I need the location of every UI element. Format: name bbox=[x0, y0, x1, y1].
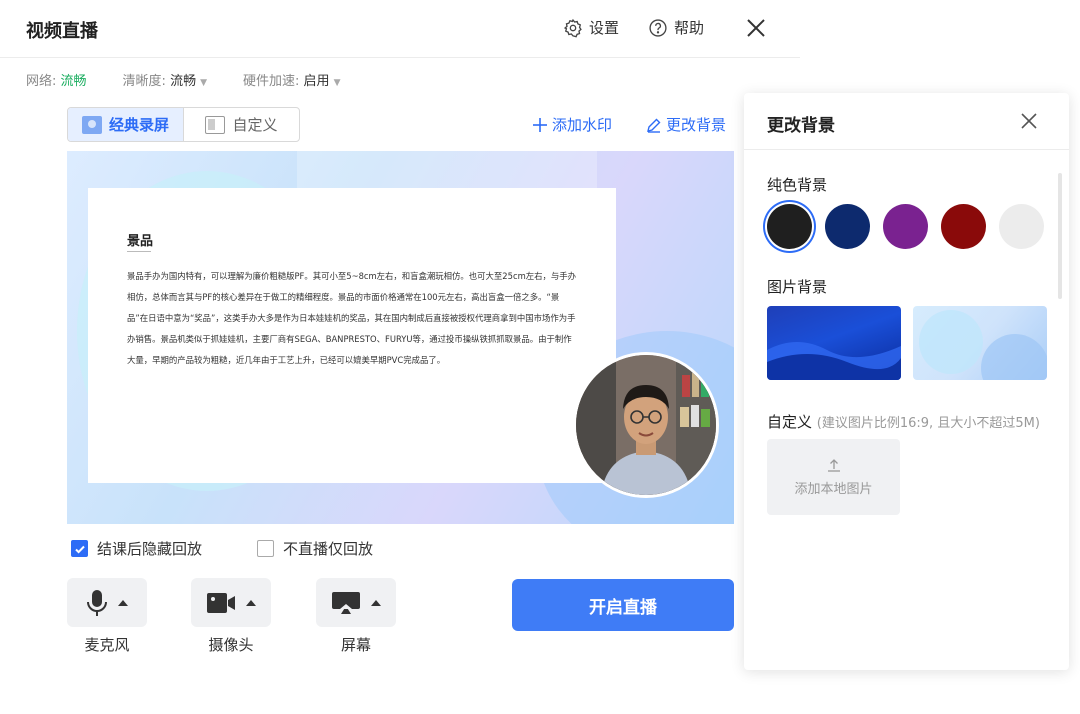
color-swatch-navy[interactable] bbox=[825, 204, 870, 249]
screen-icon bbox=[332, 591, 360, 614]
caret-up-icon[interactable] bbox=[246, 599, 256, 606]
help-label: 帮助 bbox=[674, 19, 705, 37]
custom-label: 自定义 bbox=[767, 413, 813, 431]
close-icon[interactable] bbox=[745, 17, 767, 39]
tab-custom[interactable]: 自定义 bbox=[184, 108, 299, 141]
no-live-replay-checkbox[interactable]: 不直播仅回放 bbox=[257, 538, 373, 559]
edit-icon bbox=[647, 118, 661, 133]
microphone-button[interactable] bbox=[67, 578, 147, 627]
person-screen-icon bbox=[81, 115, 102, 134]
hw-accel-label: 硬件加速: bbox=[243, 74, 300, 89]
color-swatch-purple[interactable] bbox=[883, 204, 928, 249]
camera-icon bbox=[207, 592, 235, 613]
custom-hint: (建议图片比例16:9, 且大小不超过5M) bbox=[816, 416, 1040, 431]
no-live-replay-label: 不直播仅回放 bbox=[283, 540, 374, 558]
clarity-value: 流畅 bbox=[170, 74, 197, 89]
plus-icon bbox=[533, 117, 547, 132]
add-watermark-button[interactable]: 添加水印 bbox=[532, 114, 612, 135]
camera-label: 摄像头 bbox=[208, 636, 254, 654]
presenter-avatar bbox=[576, 355, 716, 495]
wave-thumbnail bbox=[767, 342, 901, 380]
screen-share-button[interactable] bbox=[316, 578, 396, 627]
checkbox-unchecked bbox=[257, 540, 274, 557]
hw-accel-select[interactable]: 硬件加速: 启用 ▼ bbox=[243, 70, 340, 89]
webcam-overlay[interactable] bbox=[573, 352, 719, 498]
color-swatch-black[interactable] bbox=[767, 204, 812, 249]
tab-label: 自定义 bbox=[232, 116, 278, 134]
page-title: 视频直播 bbox=[26, 21, 98, 42]
document-body: 景品手办为国内特有，可以理解为廉价粗糙版PF。其可小至5~8cm左右，和盲盒潮玩… bbox=[127, 271, 576, 365]
bubble-thumbnail bbox=[919, 310, 1047, 380]
microphone-label: 麦克风 bbox=[84, 636, 130, 654]
scrollbar[interactable] bbox=[1058, 173, 1062, 299]
settings-label: 设置 bbox=[589, 19, 620, 37]
color-swatch-red[interactable] bbox=[941, 204, 986, 249]
title-underline bbox=[127, 251, 151, 252]
custom-bg-label: 自定义 (建议图片比例16:9, 且大小不超过5M) bbox=[767, 411, 1040, 432]
caret-up-icon[interactable] bbox=[118, 599, 128, 606]
document-title: 景品 bbox=[127, 234, 154, 249]
screen-label: 屏幕 bbox=[340, 636, 371, 654]
tab-classic-record[interactable]: 经典录屏 bbox=[68, 108, 184, 141]
image-bg-option-light-blue[interactable] bbox=[913, 306, 1047, 380]
network-status: 网络: 流畅 bbox=[26, 70, 87, 89]
clarity-label: 清晰度: bbox=[122, 74, 166, 89]
settings-button[interactable]: 设置 bbox=[563, 17, 619, 38]
check-icon bbox=[74, 545, 85, 554]
hide-replay-label: 结课后隐藏回放 bbox=[97, 540, 203, 558]
add-watermark-label: 添加水印 bbox=[552, 116, 613, 134]
checkbox-checked bbox=[71, 540, 88, 557]
network-value: 流畅 bbox=[60, 74, 87, 89]
camera-button[interactable] bbox=[191, 578, 271, 627]
start-live-button[interactable]: 开启直播 bbox=[512, 579, 734, 631]
upload-icon bbox=[827, 458, 840, 472]
network-label: 网络: bbox=[26, 74, 57, 89]
help-icon bbox=[649, 18, 667, 37]
panel-header: 更改背景 bbox=[744, 93, 1069, 150]
microphone-icon bbox=[87, 589, 107, 616]
live-preview: 景品 景品手办为国内特有，可以理解为廉价粗糙版PF。其可小至5~8cm左右，和盲… bbox=[67, 151, 734, 524]
solid-bg-label: 纯色背景 bbox=[767, 176, 828, 194]
caret-down-icon: ▼ bbox=[200, 78, 208, 88]
mode-tabs: 经典录屏 自定义 bbox=[67, 107, 300, 142]
caret-down-icon: ▼ bbox=[333, 78, 341, 88]
upload-local-image-button[interactable]: 添加本地图片 bbox=[767, 439, 900, 515]
change-background-button[interactable]: 更改背景 bbox=[646, 114, 726, 135]
layout-icon bbox=[205, 115, 226, 134]
status-row: 网络: 流畅 清晰度: 流畅 ▼ 硬件加速: 启用 ▼ bbox=[26, 70, 340, 89]
tab-label: 经典录屏 bbox=[108, 116, 169, 134]
shared-document: 景品 景品手办为国内特有，可以理解为廉价粗糙版PF。其可小至5~8cm左右，和盲… bbox=[88, 188, 616, 483]
change-background-panel: 更改背景 纯色背景 图片背景 自定义 (建议图片比例16:9, 且大小不超过5M… bbox=[744, 93, 1069, 670]
hide-replay-checkbox[interactable]: 结课后隐藏回放 bbox=[71, 538, 202, 559]
panel-title: 更改背景 bbox=[767, 116, 835, 136]
change-background-label: 更改背景 bbox=[666, 116, 727, 134]
header: 视频直播 设置 帮助 bbox=[0, 0, 800, 58]
help-button[interactable]: 帮助 bbox=[648, 17, 704, 38]
upload-label: 添加本地图片 bbox=[794, 481, 873, 497]
color-swatch-light-gray[interactable] bbox=[999, 204, 1044, 249]
close-icon[interactable] bbox=[1020, 112, 1038, 130]
image-bg-label: 图片背景 bbox=[767, 278, 828, 296]
image-bg-option-blue-wave[interactable] bbox=[767, 306, 901, 380]
hw-accel-value: 启用 bbox=[303, 74, 330, 89]
clarity-select[interactable]: 清晰度: 流畅 ▼ bbox=[123, 70, 207, 89]
caret-up-icon[interactable] bbox=[371, 599, 381, 606]
gear-icon bbox=[563, 18, 582, 37]
